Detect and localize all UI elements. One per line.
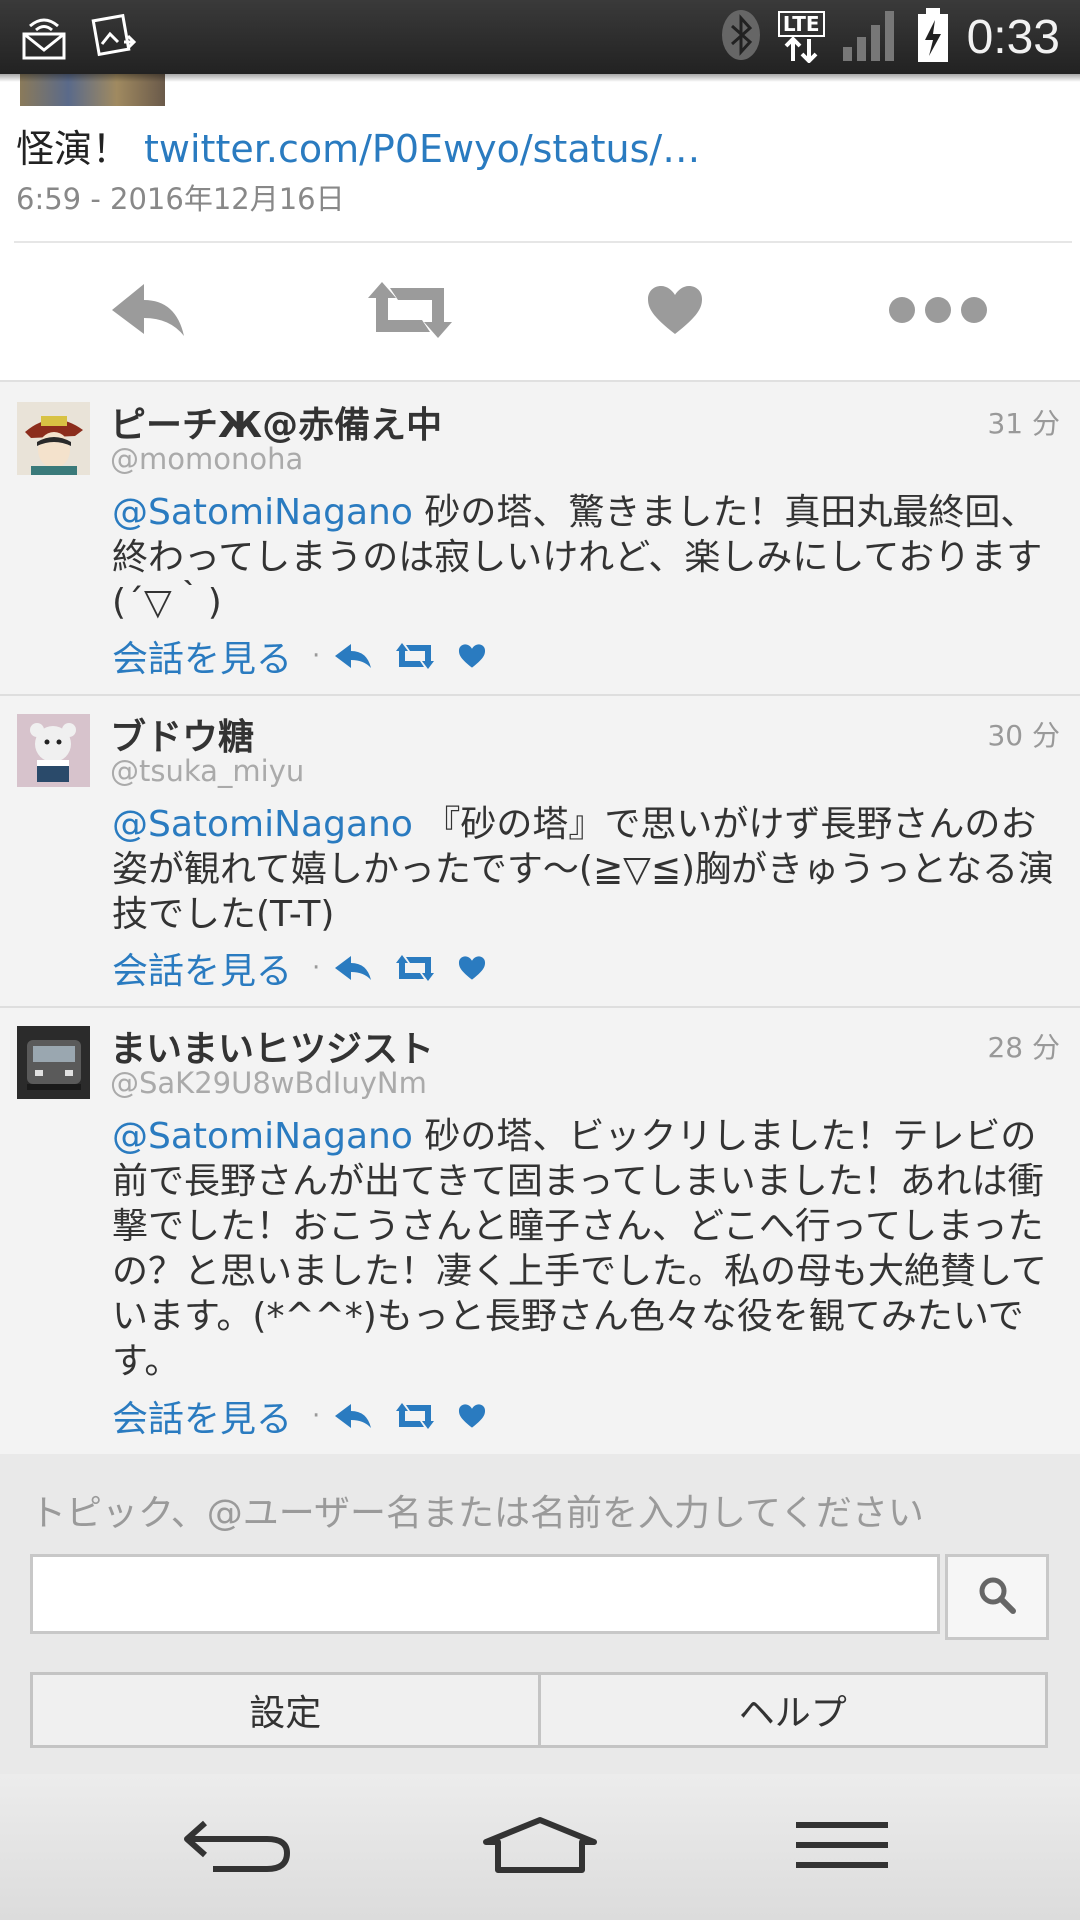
home-icon (482, 1816, 598, 1878)
tweet-actions (0, 244, 1080, 380)
photo-upload-icon (90, 12, 138, 64)
reply-footer: 会話を見る · (112, 942, 508, 994)
home-button[interactable] (440, 1774, 640, 1920)
reply-author-name[interactable]: ブドウ糖 (110, 708, 254, 760)
navigation-bar (0, 1774, 1080, 1920)
reply-icon[interactable] (334, 1403, 372, 1429)
reply-time: 31 分 (987, 407, 1060, 440)
back-icon (183, 1815, 293, 1879)
reply-list: ピーチЖ@赤備え中 @momonoha 31 分 @SatomiNagano 砂… (0, 380, 1080, 1456)
settings-button[interactable]: 設定 (30, 1672, 541, 1748)
tweet-link[interactable]: twitter.com/P0Ewyo/status/… (144, 127, 700, 171)
lte-icon: LTE (777, 11, 825, 63)
status-bar-shadow (0, 74, 1080, 82)
separator-dot: · (312, 641, 321, 671)
retweet-icon[interactable] (394, 642, 436, 670)
back-button[interactable] (138, 1774, 338, 1920)
bottom-buttons: 設定 ヘルプ (30, 1672, 1048, 1748)
tweet-date: 6:59 - 2016年12月16日 (16, 182, 345, 216)
reply-icon (110, 282, 186, 342)
status-bar: LTE 0:33 (0, 0, 1080, 74)
like-button[interactable] (575, 244, 775, 380)
reply-time: 28 分 (987, 1031, 1060, 1064)
avatar[interactable] (17, 402, 90, 475)
avatar[interactable] (17, 714, 90, 787)
mention-link[interactable]: @SatomiNagano (112, 492, 413, 533)
bluetooth-icon (720, 8, 762, 66)
reply-text: @SatomiNagano 『砂の塔』で思いがけず長野さんのお姿が観れて嬉しかっ… (112, 802, 1057, 937)
clock: 0:33 (966, 10, 1060, 64)
satellite-dish-icon (20, 12, 68, 64)
retweet-button[interactable] (310, 244, 510, 380)
reply-footer: 会話を見る · (112, 1390, 508, 1442)
reply-footer: 会話を見る · (112, 630, 508, 682)
separator-dot: · (312, 1401, 321, 1431)
retweet-icon[interactable] (394, 1402, 436, 1430)
heart-icon (646, 284, 704, 340)
mention-link[interactable]: @SatomiNagano (112, 1116, 413, 1157)
reply-author-name[interactable]: まいまいヒツジスト (110, 1020, 434, 1072)
separator-dot: · (312, 953, 321, 983)
view-conversation-link[interactable]: 会話を見る (112, 1390, 292, 1442)
reply-author-handle[interactable]: @SaK29U8wBdIuyNm (110, 1066, 427, 1100)
retweet-icon[interactable] (394, 954, 436, 982)
heart-icon[interactable] (458, 1403, 486, 1429)
reply-icon[interactable] (334, 955, 372, 981)
reply-icon[interactable] (334, 643, 372, 669)
reply-item: まいまいヒツジスト @SaK29U8wBdIuyNm 28 分 @SatomiN… (0, 1006, 1080, 1456)
reply-text: @SatomiNagano 砂の塔、ビックリしました！テレビの前で長野さんが出て… (112, 1114, 1057, 1384)
tweet-text: 怪演！ twitter.com/P0Ewyo/status/… (16, 118, 700, 173)
search-hint: トピック、@ユーザー名または名前を入力してください (30, 1493, 924, 1534)
view-conversation-link[interactable]: 会話を見る (112, 630, 292, 682)
search-panel: トピック、@ユーザー名または名前を入力してください 設定 ヘルプ (0, 1454, 1080, 1774)
reply-author-handle[interactable]: @tsuka_miyu (110, 754, 304, 788)
reply-button[interactable] (48, 244, 248, 380)
search-button[interactable] (945, 1554, 1049, 1640)
signal-icon (841, 7, 899, 67)
retweet-icon (364, 280, 456, 344)
reply-author-name[interactable]: ピーチЖ@赤備え中 (110, 396, 442, 448)
divider (14, 241, 1072, 243)
search-input[interactable] (30, 1554, 940, 1634)
reply-text: @SatomiNagano 砂の塔、驚きました！真田丸最終回、終わってしまうのは… (112, 490, 1057, 625)
more-icon (888, 295, 988, 329)
search-icon (977, 1575, 1017, 1619)
menu-button[interactable] (742, 1774, 942, 1920)
heart-icon[interactable] (458, 643, 486, 669)
heart-icon[interactable] (458, 955, 486, 981)
mention-link[interactable]: @SatomiNagano (112, 804, 413, 845)
reply-time: 30 分 (987, 719, 1060, 752)
reply-author-handle[interactable]: @momonoha (110, 442, 303, 476)
tweet-body: 怪演！ (16, 127, 131, 171)
avatar[interactable] (17, 1026, 90, 1099)
view-conversation-link[interactable]: 会話を見る (112, 942, 292, 994)
reply-item: ピーチЖ@赤備え中 @momonoha 31 分 @SatomiNagano 砂… (0, 382, 1080, 696)
battery-charging-icon (915, 6, 951, 68)
help-button[interactable]: ヘルプ (540, 1672, 1048, 1748)
more-button[interactable] (838, 244, 1038, 380)
reply-item: ブドウ糖 @tsuka_miyu 30 分 @SatomiNagano 『砂の塔… (0, 694, 1080, 1008)
menu-icon (794, 1820, 890, 1874)
